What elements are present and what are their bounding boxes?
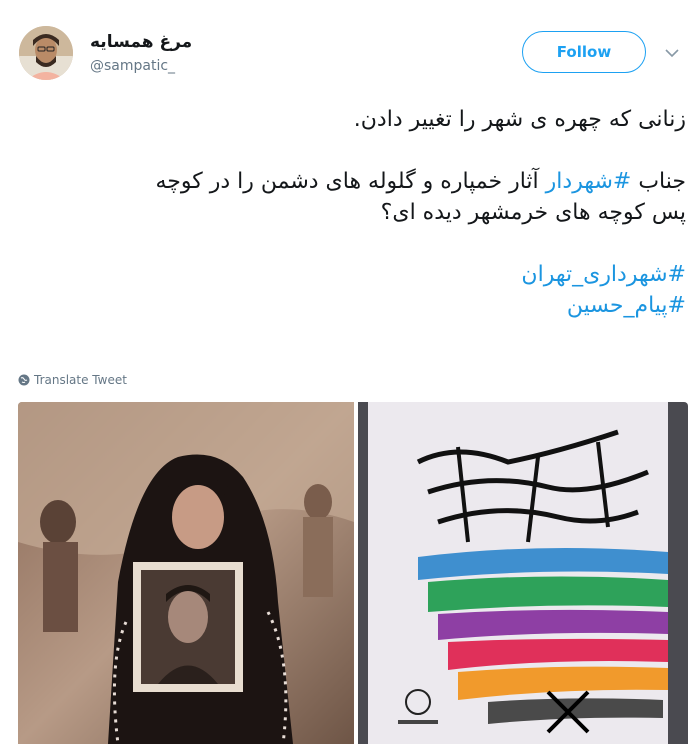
- user-handle[interactable]: @sampatic_: [90, 58, 175, 74]
- mother-with-portrait-photo[interactable]: [18, 402, 354, 744]
- chevron-down-icon[interactable]: [661, 42, 683, 64]
- tweet-line: جناب #شهردار آثار خمپاره و گلوله های دشم…: [18, 166, 686, 197]
- follow-button[interactable]: Follow: [522, 31, 646, 73]
- tweet-text-fragment: آثار خمپاره و گلوله های دشمن را در کوچه: [155, 169, 546, 194]
- translate-label[interactable]: Translate Tweet: [34, 373, 127, 387]
- avatar[interactable]: [19, 26, 73, 80]
- tweet-text-fragment: جناب: [631, 169, 686, 194]
- tweet-line: پس کوچه های خرمشهر دیده ای؟: [380, 200, 686, 225]
- tweet-line: زنانی که چهره ی شهر را تغییر دادن.: [353, 107, 686, 132]
- tweet-media[interactable]: [18, 402, 688, 744]
- hashtag-link[interactable]: #شهردار: [546, 169, 632, 194]
- tweet-header: مرغ همسایه @sampatic_ Follow: [0, 0, 697, 96]
- hashtag-link[interactable]: #شهرداری_تهران: [521, 262, 686, 287]
- globe-icon: [18, 374, 30, 386]
- hashtag-link[interactable]: #پیام_حسین: [567, 293, 686, 318]
- display-name[interactable]: مرغ همسایه: [90, 32, 192, 52]
- tweet-text: زنانی که چهره ی شهر را تغییر دادن. جناب …: [18, 104, 686, 321]
- mural-banner-photo[interactable]: [358, 402, 688, 744]
- translate-tweet-link[interactable]: Translate Tweet: [18, 373, 127, 387]
